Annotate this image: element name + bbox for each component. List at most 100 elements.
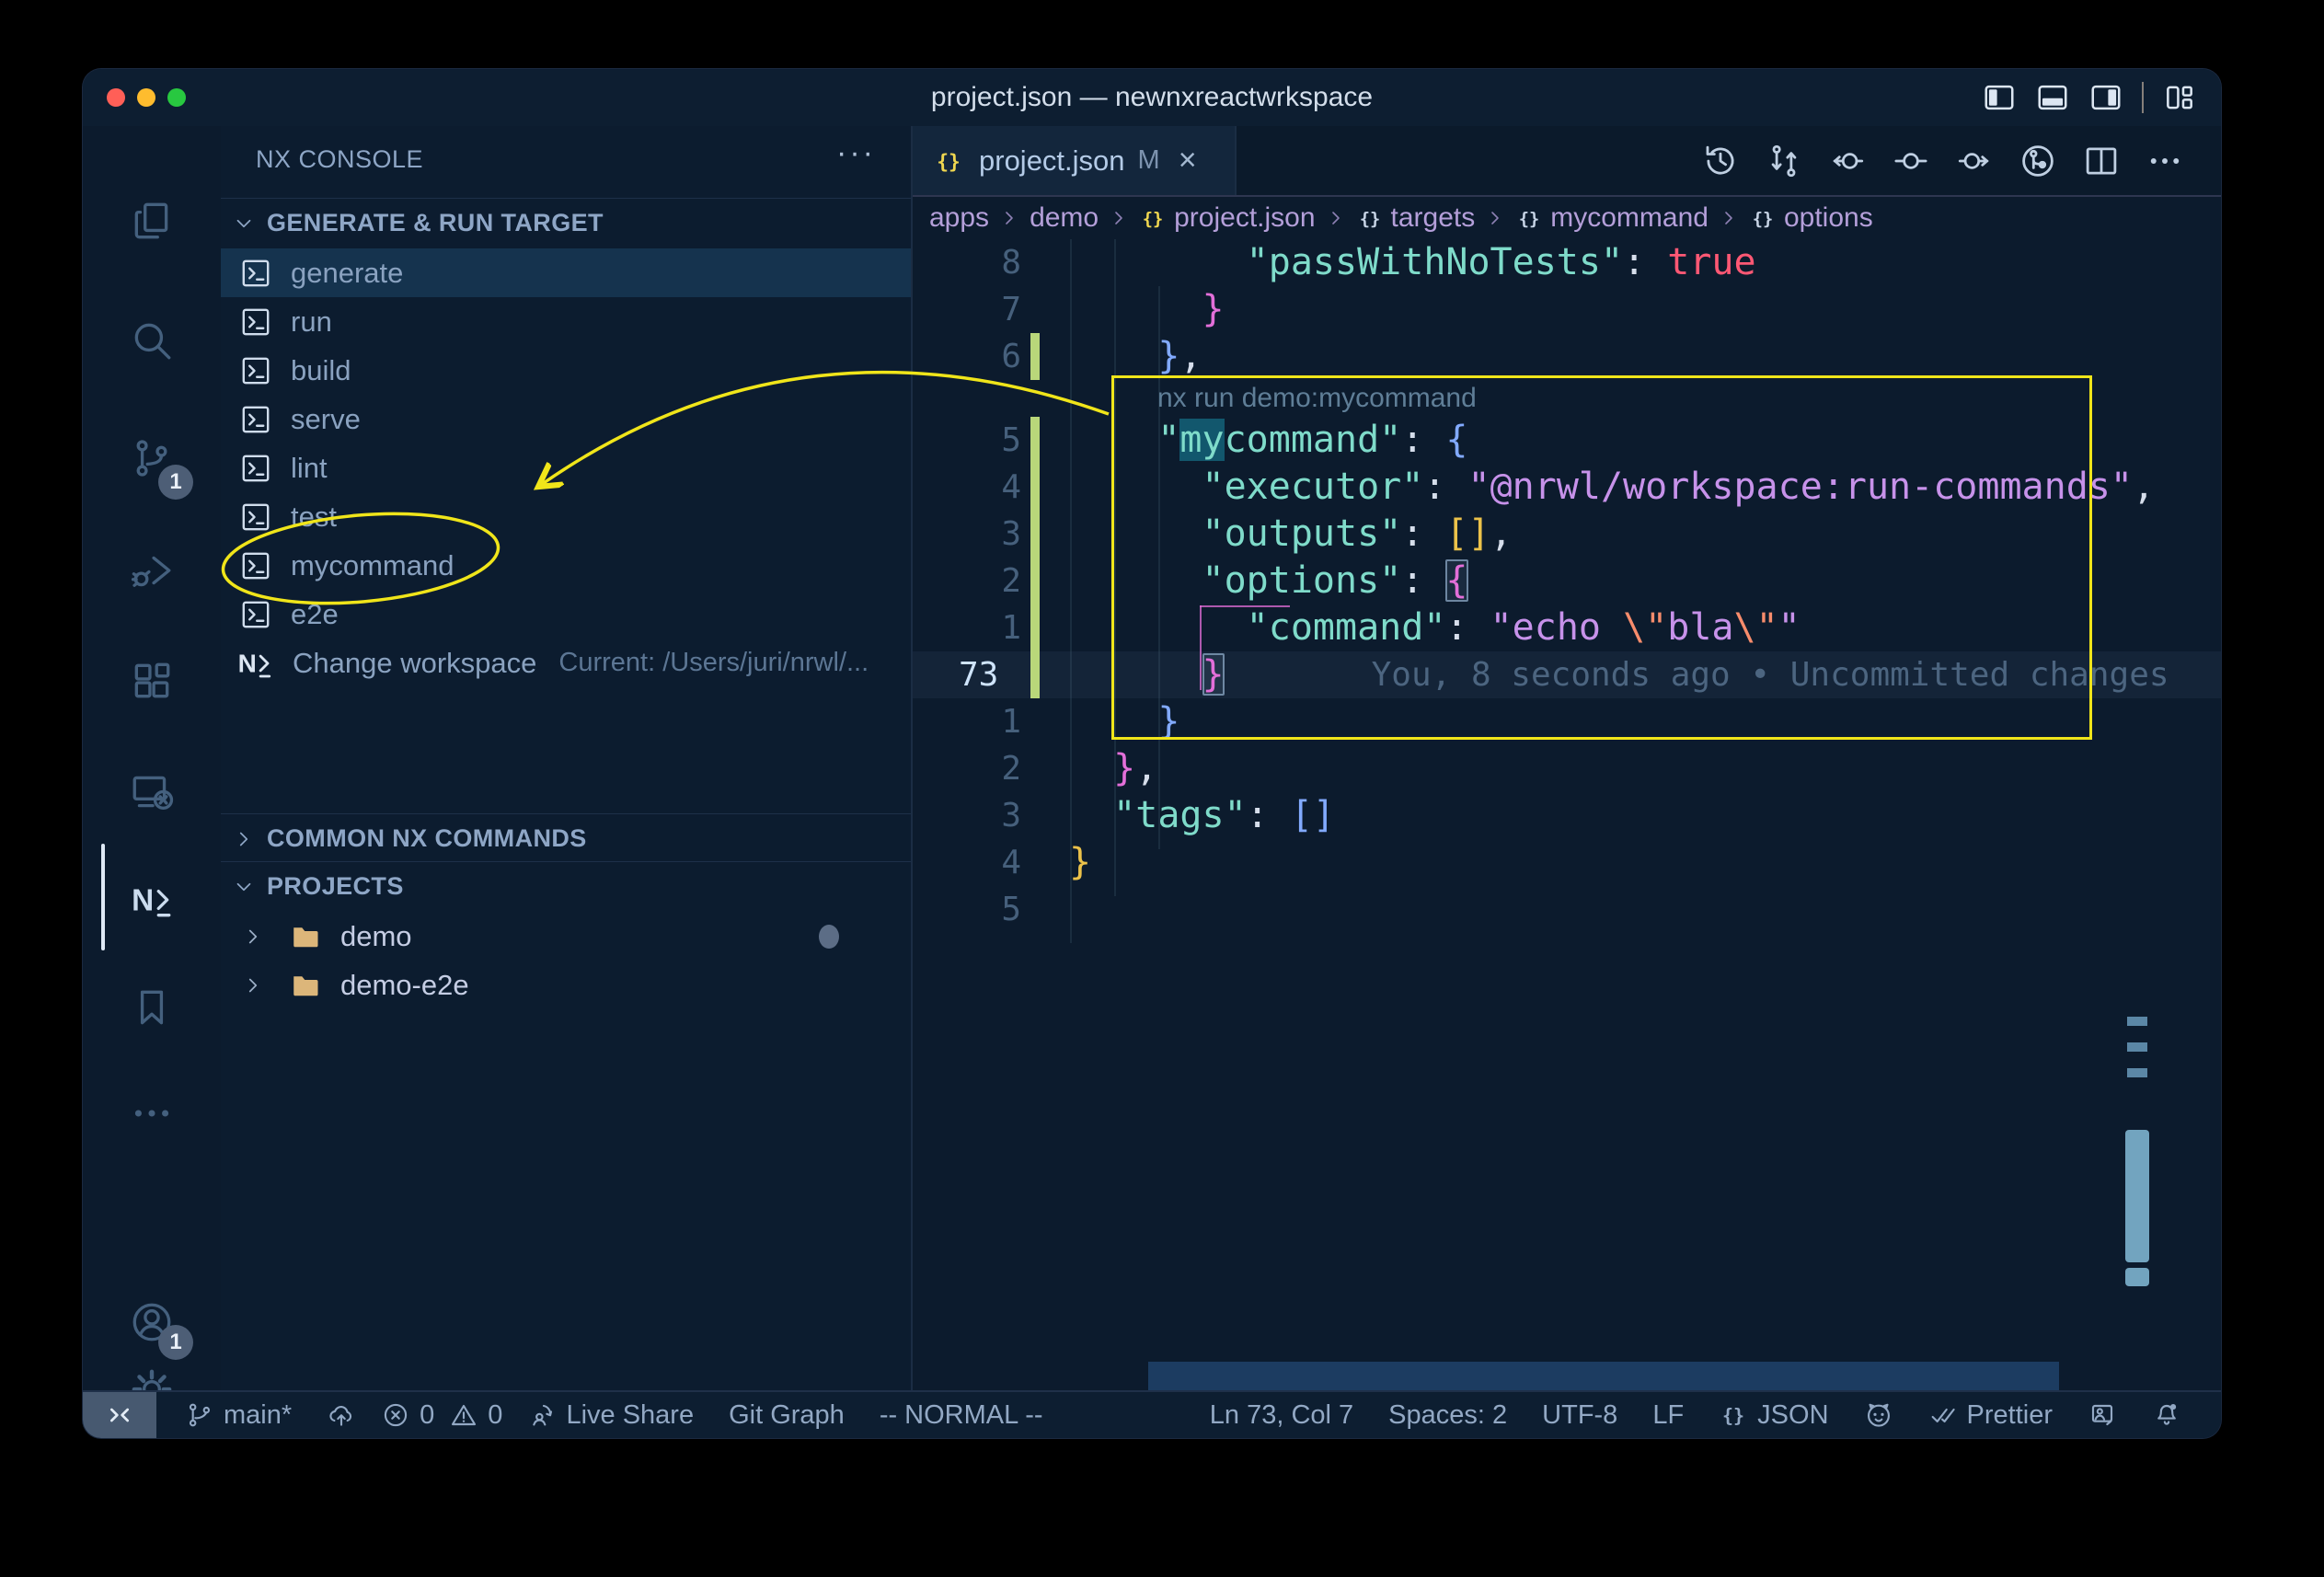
code-line[interactable]: 3 "outputs": [], — [913, 511, 2221, 558]
breadcrumb-options[interactable]: {}options — [1749, 202, 1873, 234]
code-line[interactable]: 1 } — [913, 698, 2221, 745]
code-editor[interactable]: 8 "passWithNoTests": true7 }6 },nx run d… — [913, 239, 2221, 933]
sidebar-item-demo[interactable]: demo — [221, 912, 911, 961]
section-label: GENERATE & RUN TARGET — [267, 209, 604, 237]
status-notifications[interactable] — [2134, 1392, 2199, 1438]
code-line[interactable]: 3 "tags": [] — [913, 792, 2221, 839]
prev-change-icon[interactable] — [1828, 142, 1867, 180]
tab-close-icon[interactable]: × — [1179, 143, 1197, 178]
breadcrumb-targets[interactable]: {}targets — [1356, 202, 1476, 234]
activity-explorer[interactable] — [83, 170, 221, 271]
status-language-mode[interactable]: {}JSON — [1701, 1392, 1846, 1438]
history-icon[interactable] — [1701, 142, 1740, 180]
item-label: generate — [291, 257, 403, 290]
layout-controls — [1982, 69, 2197, 126]
status-prettier[interactable]: Prettier — [1911, 1392, 2070, 1438]
tab-project-json[interactable]: {} project.json M × — [913, 126, 1237, 195]
status-errors[interactable]: 0 — [374, 1392, 442, 1438]
code-line[interactable]: 5 "mycommand": { — [913, 417, 2221, 464]
code-line[interactable]: 5 — [913, 886, 2221, 933]
scrollbar-thumb[interactable] — [2125, 1130, 2149, 1262]
sidebar-item-mycommand[interactable]: mycommand — [221, 541, 911, 590]
chevron-right-icon — [232, 827, 256, 851]
change-icon[interactable] — [1892, 142, 1930, 180]
section-generate-run-target[interactable]: GENERATE & RUN TARGET — [221, 198, 911, 247]
sidebar-item-test[interactable]: test — [221, 492, 911, 541]
status-branch[interactable]: main* — [167, 1392, 309, 1438]
sidebar-item-build[interactable]: build — [221, 346, 911, 395]
gutter-change-bar — [1030, 239, 1040, 286]
sidebar-item-serve[interactable]: serve — [221, 395, 911, 443]
svg-text:{}: {} — [1753, 210, 1774, 229]
breadcrumb-label: targets — [1391, 202, 1476, 234]
code-line[interactable]: 2 "options": { — [913, 558, 2221, 604]
activity-extensions[interactable] — [83, 630, 221, 731]
nx-console-sidebar: NX CONSOLE ··· GENERATE & RUN TARGET gene… — [221, 126, 913, 1392]
code-line[interactable]: 4} — [913, 839, 2221, 886]
remote-indicator[interactable] — [83, 1392, 156, 1438]
code-line[interactable]: 6 }, — [913, 333, 2221, 380]
activity-bookmarks[interactable] — [83, 957, 221, 1058]
chevron-right-icon[interactable] — [241, 925, 265, 949]
sidebar-header: NX CONSOLE ··· — [221, 126, 911, 193]
editor-group: {} project.json M × apps demo {}project.js… — [913, 126, 2221, 1392]
status-feedback[interactable] — [2070, 1392, 2134, 1438]
code-line[interactable]: 8 "passWithNoTests": true — [913, 239, 2221, 286]
activity-run-debug[interactable] — [83, 520, 221, 621]
layout-bottom-icon[interactable] — [2035, 80, 2070, 115]
section-projects[interactable]: PROJECTS — [221, 861, 911, 911]
chevron-right-icon — [1718, 207, 1740, 229]
split-icon[interactable] — [2082, 142, 2121, 180]
sidebar-item-change-workspace[interactable]: NChange workspaceCurrent: /Users/juri/nr… — [221, 639, 911, 687]
status-eol[interactable]: LF — [1635, 1392, 1701, 1438]
status-warnings[interactable]: 0 — [442, 1392, 510, 1438]
gutter-change-bar — [1030, 558, 1040, 604]
breadcrumb: appsdemo{}project.json{}targets{}mycomma… — [929, 197, 2221, 239]
item-label: e2e — [291, 598, 339, 631]
item-label: demo-e2e — [340, 969, 469, 1002]
horizontal-scrollbar[interactable] — [1148, 1362, 2059, 1391]
activity-more-views[interactable] — [83, 1063, 221, 1164]
layout-grid-icon[interactable] — [2162, 80, 2197, 115]
sidebar-item-lint[interactable]: lint — [221, 443, 911, 492]
sidebar-item-run[interactable]: run — [221, 297, 911, 346]
line-number: 4 — [913, 844, 1021, 881]
codelens-row[interactable]: nx run demo:mycommand — [913, 380, 2221, 417]
compare-icon[interactable] — [1765, 142, 1803, 180]
layout-right-icon[interactable] — [2088, 80, 2123, 115]
breadcrumb-apps[interactable]: apps — [929, 202, 989, 234]
status-live-share[interactable]: Live Share — [510, 1392, 711, 1438]
layout-left-icon[interactable] — [1982, 80, 2017, 115]
sidebar-item-generate[interactable]: generate — [221, 248, 911, 297]
sidebar-item-demo-e2e[interactable]: demo-e2e — [221, 961, 911, 1009]
next-change-icon[interactable] — [1955, 142, 1994, 180]
section-common-nx-commands[interactable]: COMMON NX COMMANDS — [221, 813, 911, 863]
code-line[interactable]: 4 "executor": "@nrwl/workspace:run-comma… — [913, 464, 2221, 511]
sidebar-more-actions-button[interactable]: ··· — [836, 135, 876, 171]
status-cursor-position[interactable]: Ln 73, Col 7 — [1192, 1392, 1371, 1438]
chevron-right-icon — [1108, 207, 1130, 229]
code-line[interactable]: 73 }You, 8 seconds ago • Uncommitted cha… — [913, 651, 2221, 698]
status-encoding[interactable]: UTF-8 — [1524, 1392, 1635, 1438]
breadcrumb-mycommand[interactable]: {}mycommand — [1515, 202, 1708, 234]
branch-icon — [185, 1400, 214, 1430]
activity-search[interactable] — [83, 290, 221, 391]
breadcrumb-label: demo — [1030, 202, 1099, 234]
status-indentation[interactable]: Spaces: 2 — [1371, 1392, 1524, 1438]
breadcrumb-demo[interactable]: demo — [1030, 202, 1099, 234]
activity-source-control[interactable]: 1 — [83, 408, 221, 509]
code-line[interactable]: 2 }, — [913, 745, 2221, 792]
breadcrumb-project-json[interactable]: {}project.json — [1139, 202, 1315, 234]
gitlens-icon[interactable] — [2019, 142, 2057, 180]
status-vim-mode[interactable]: -- NORMAL -- — [862, 1392, 1061, 1438]
chevron-right-icon[interactable] — [241, 973, 265, 997]
more-icon[interactable] — [2146, 142, 2184, 180]
code-line[interactable]: 1 "command": "echo \"bla\"" — [913, 604, 2221, 651]
code-line[interactable]: 7 } — [913, 286, 2221, 333]
status-publish[interactable] — [309, 1392, 374, 1438]
status-git-graph[interactable]: Git Graph — [711, 1392, 862, 1438]
activity-remote-explorer[interactable] — [83, 741, 221, 842]
sidebar-item-e2e[interactable]: e2e — [221, 590, 911, 639]
codelens-run-command[interactable]: nx run demo:mycommand — [1069, 383, 1477, 414]
status-copilot[interactable] — [1847, 1392, 1911, 1438]
